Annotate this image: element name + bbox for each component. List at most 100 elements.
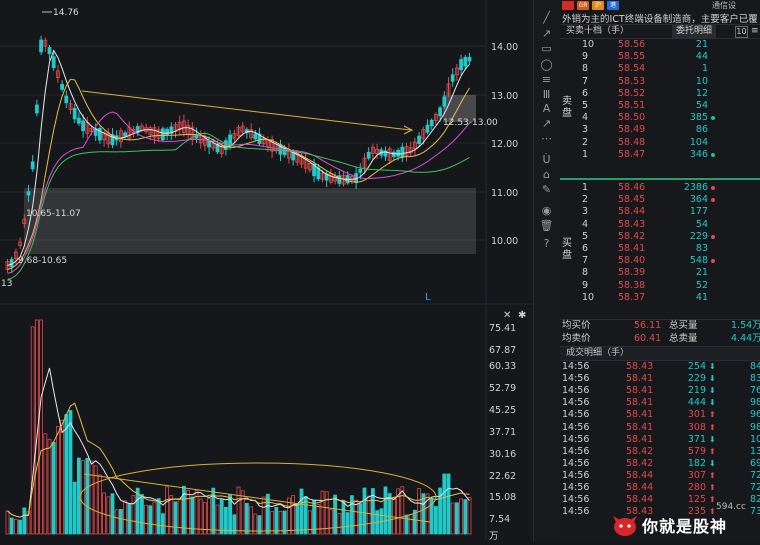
volume-bar[interactable]	[249, 506, 254, 535]
order-book-row[interactable]: 8 58.39 21	[560, 267, 760, 279]
volume-bar[interactable]	[408, 514, 413, 535]
volume-bar[interactable]	[341, 501, 346, 535]
volume-bar[interactable]	[265, 493, 270, 535]
trade-row[interactable]: 14:56 58.41 308 ⬆ 98	[560, 422, 760, 434]
volume-bar[interactable]	[9, 517, 14, 535]
volume-bar[interactable]	[47, 438, 52, 535]
price-chart-canvas[interactable]: 14.76 14.00 13.00 12.00 11.00 10.00 10.6…	[0, 0, 533, 305]
volume-bar[interactable]	[114, 509, 119, 535]
trade-row[interactable]: 14:56 58.42 579⬆ 137	[560, 446, 760, 458]
volume-bar[interactable]	[81, 460, 85, 535]
volume-bar[interactable]	[18, 519, 23, 535]
volume-bar[interactable]	[207, 497, 212, 535]
volume-bar[interactable]	[72, 481, 77, 535]
volume-bar[interactable]	[127, 503, 132, 535]
trade-row[interactable]: 14:56 58.41 371⬇ 103	[560, 434, 760, 446]
volume-bar[interactable]	[152, 501, 157, 535]
candle[interactable]	[47, 47, 52, 55]
candle[interactable]	[459, 59, 464, 71]
settings-icon[interactable]: ✱	[518, 310, 526, 321]
trade-row[interactable]: 14:56 58.43 254 ⬇ 84	[560, 361, 760, 373]
volume-bar[interactable]	[56, 425, 60, 535]
trade-row[interactable]: 14:56 58.41 219 ⬇ 76	[560, 385, 760, 397]
order-book-row[interactable]: 1 58.46 2386	[560, 182, 760, 194]
volume-bar[interactable]	[139, 494, 144, 535]
ray-tool-icon[interactable]: ↗	[538, 26, 555, 41]
order-book-row[interactable]: 3 58.44 177	[560, 206, 760, 218]
volume-bar[interactable]	[328, 509, 333, 535]
volume-bar[interactable]	[148, 505, 153, 535]
volume-bar[interactable]	[236, 486, 241, 535]
volume-bar[interactable]	[274, 506, 279, 535]
trade-row[interactable]: 14:56 58.41 444 ⬇ 98	[560, 397, 760, 409]
pen-icon[interactable]: ✎	[538, 182, 555, 197]
candle[interactable]	[429, 119, 434, 127]
volume-bar[interactable]	[240, 490, 245, 535]
candle[interactable]	[400, 146, 405, 158]
price-chart[interactable]: 14.76 14.00 13.00 12.00 11.00 10.00 10.6…	[0, 0, 533, 305]
volume-bar[interactable]	[30, 326, 35, 535]
volume-bar[interactable]	[307, 510, 312, 535]
order-book-row[interactable]: 7 58.53 10	[560, 76, 760, 88]
volume-bar[interactable]	[387, 493, 392, 535]
volume-bar[interactable]	[320, 490, 325, 535]
volume-bar[interactable]	[358, 503, 363, 535]
candle[interactable]	[72, 107, 77, 120]
volume-bar[interactable]	[286, 497, 291, 535]
candle[interactable]	[442, 96, 447, 107]
volume-bar[interactable]	[362, 487, 367, 535]
order-book-row[interactable]: 4 58.50 385	[560, 112, 760, 124]
candle[interactable]	[425, 124, 430, 133]
order-book-row[interactable]: 5 58.51 54	[560, 100, 760, 112]
candle[interactable]	[35, 104, 39, 114]
volume-bar[interactable]	[173, 501, 178, 535]
volume-bar[interactable]	[433, 506, 438, 535]
volume-bar[interactable]	[219, 499, 224, 535]
candle[interactable]	[467, 56, 472, 62]
order-book-row[interactable]: 9 58.55 44	[560, 51, 760, 63]
volume-bar[interactable]	[463, 499, 468, 535]
order-book-row[interactable]: 4 58.43 54	[560, 219, 760, 231]
text-tool-icon[interactable]: A	[538, 101, 555, 116]
volume-chart[interactable]: ✕ ✱ 75.41 67.87 60.33 52.79 45.25 37.71 …	[0, 306, 533, 542]
volume-bar[interactable]	[123, 500, 127, 535]
candle[interactable]	[30, 161, 35, 170]
volume-bar[interactable]	[391, 498, 396, 535]
candle[interactable]	[417, 135, 422, 145]
candle[interactable]	[438, 107, 443, 117]
candle[interactable]	[463, 56, 468, 67]
order-book-row[interactable]: 2 58.45 364	[560, 194, 760, 206]
candle[interactable]	[123, 132, 127, 137]
volume-bar[interactable]	[244, 502, 249, 535]
candle[interactable]	[165, 128, 170, 136]
order-book-row[interactable]: 9 58.38 52	[560, 280, 760, 292]
eye-icon[interactable]: ◉	[538, 203, 555, 218]
volume-bar[interactable]	[299, 488, 304, 535]
candle[interactable]	[64, 95, 69, 104]
line-tool-icon[interactable]: ╱	[538, 10, 555, 25]
trade-row[interactable]: 14:56 58.44 307 ⬆ 72	[560, 470, 760, 482]
volume-bar[interactable]	[119, 508, 123, 535]
rect-tool-icon[interactable]: ▭	[538, 41, 555, 56]
magnet-icon[interactable]: Ù	[538, 152, 555, 167]
candle[interactable]	[60, 83, 64, 90]
volume-bar[interactable]	[337, 513, 342, 535]
volume-chart-canvas[interactable]: ✕ ✱ 75.41 67.87 60.33 52.79 45.25 37.71 …	[0, 306, 533, 542]
volume-bar[interactable]	[404, 514, 409, 535]
volume-bar[interactable]	[169, 495, 174, 535]
help-icon[interactable]: ?	[538, 236, 555, 251]
ellipse-tool-icon[interactable]: ◯	[538, 57, 555, 72]
volume-bar[interactable]	[349, 495, 354, 535]
candle[interactable]	[160, 128, 165, 141]
downtrend-line[interactable]	[81, 90, 411, 131]
volume-bar[interactable]	[85, 457, 90, 535]
volume-bar[interactable]	[110, 493, 115, 535]
order-book-row[interactable]: 7 58.40 548	[560, 255, 760, 267]
volume-bar[interactable]	[324, 491, 329, 535]
volume-bar[interactable]	[144, 504, 149, 535]
trade-row[interactable]: 14:56 58.44 280 ⬆ 72	[560, 482, 760, 494]
support-zone[interactable]	[24, 188, 476, 254]
candle[interactable]	[39, 39, 43, 53]
volume-bar[interactable]	[366, 495, 371, 535]
volume-bar[interactable]	[421, 493, 426, 535]
